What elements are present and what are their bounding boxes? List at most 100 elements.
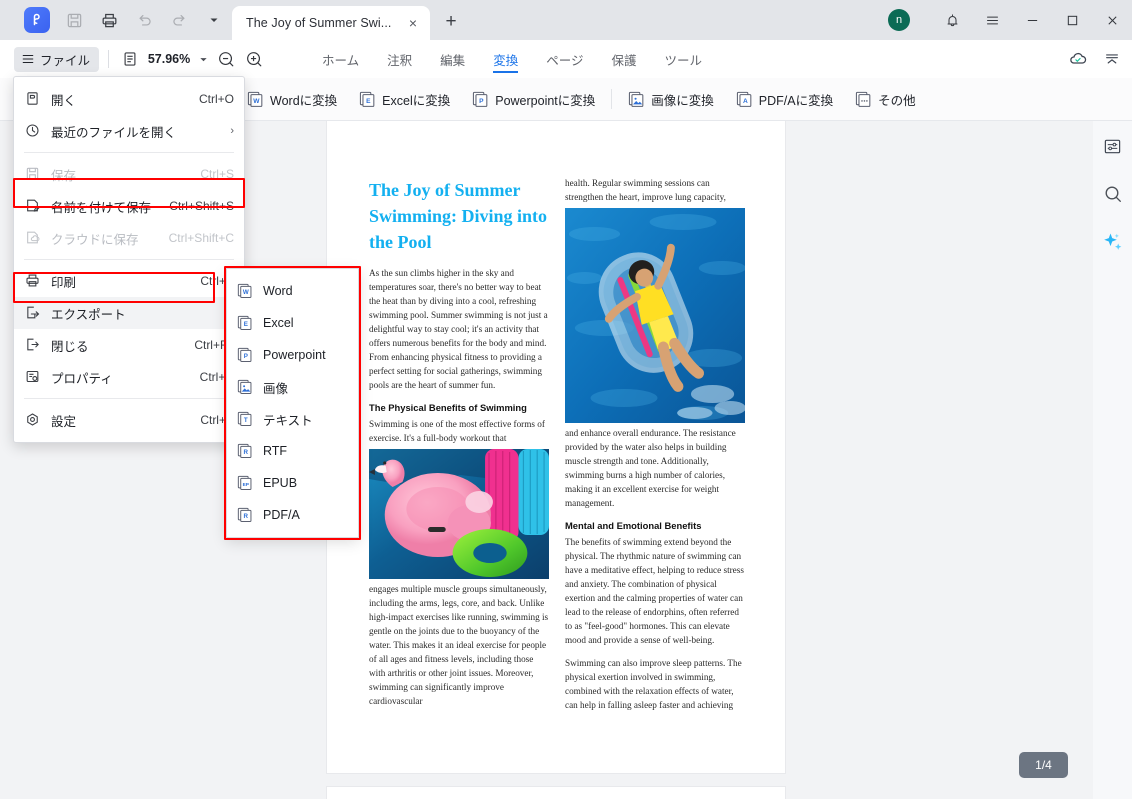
ribbon-more[interactable]: その他 — [844, 84, 927, 114]
zoom-out-icon[interactable] — [214, 47, 238, 71]
pdf-image-flamingo-float — [369, 449, 549, 580]
image-icon — [628, 91, 645, 108]
zoom-in-icon[interactable] — [242, 47, 266, 71]
svg-text:A: A — [743, 97, 748, 104]
tab-page[interactable]: ページ — [532, 40, 597, 78]
section-heading: Mental and Emotional Benefits — [565, 519, 702, 531]
ribbon-right-actions — [1066, 40, 1124, 78]
undo-icon[interactable] — [133, 9, 155, 31]
ribbon-item-label: 画像に変換 — [651, 93, 714, 108]
menu-item-label: 保存 — [51, 168, 77, 183]
svg-text:E: E — [366, 97, 371, 104]
menu-item-save-as[interactable]: 名前を付けて保存 Ctrl+Shift+S — [14, 190, 244, 222]
tab-comment[interactable]: 注釈 — [373, 40, 426, 78]
collapse-ribbon-icon[interactable] — [1100, 47, 1124, 71]
close-doc-icon — [25, 337, 42, 354]
document-tab[interactable]: The Joy of Summer Swi... × — [232, 6, 430, 40]
new-tab-button[interactable]: + — [440, 11, 462, 33]
menu-item-export[interactable]: エクスポート › — [14, 297, 244, 329]
recent-clock-icon — [25, 123, 42, 140]
submenu-item-word[interactable]: W Word — [227, 275, 358, 307]
paragraph: health. Regular swimming sessions can st… — [565, 178, 726, 202]
tab-convert[interactable]: 変換 — [479, 40, 532, 78]
submenu-item-excel[interactable]: E Excel — [227, 307, 358, 339]
menu-item-label: 印刷 — [51, 275, 77, 290]
pdf-image-pool-float — [565, 207, 745, 423]
close-tab-icon[interactable]: × — [404, 14, 422, 32]
notifications-bell-icon[interactable] — [932, 0, 972, 40]
tab-protect[interactable]: 保護 — [597, 40, 650, 78]
rtf-icon: R — [237, 443, 254, 460]
menu-item-shortcut: Ctrl+O — [198, 92, 234, 106]
submenu-item-rtf[interactable]: R RTF — [227, 435, 358, 467]
pdfa-icon: R — [237, 507, 254, 524]
section-heading: The Physical Benefits of Swimming — [369, 402, 527, 414]
submenu-item-image[interactable]: 画像 — [227, 371, 358, 403]
submenu-item-label: Powerpoint — [263, 348, 326, 362]
menu-item-label: クラウドに保存 — [51, 232, 139, 247]
export-submenu[interactable]: W Word E Excel P Powerpoint 画像 T テキスト R … — [226, 268, 359, 538]
submenu-item-text[interactable]: T テキスト — [227, 403, 358, 435]
file-menu-label: ファイル — [40, 53, 91, 68]
menu-item-properties[interactable]: プロパティ Ctrl+D — [14, 361, 244, 393]
tab-home[interactable]: ホーム — [308, 40, 373, 78]
svg-text:P: P — [244, 353, 248, 360]
submenu-item-epub[interactable]: EP EPUB — [227, 467, 358, 499]
avatar[interactable]: n — [888, 9, 910, 31]
page-fit-icon[interactable] — [118, 47, 142, 71]
ribbon-item-label: Wordに変換 — [270, 93, 338, 108]
tab-tools[interactable]: ツール — [650, 40, 716, 78]
minimize-button[interactable] — [1012, 0, 1052, 40]
excel-icon: E — [237, 315, 254, 332]
word-icon: W — [237, 283, 254, 300]
ribbon-convert-to-powerpoint[interactable]: P Powerpointに変換 — [461, 84, 606, 114]
submenu-item-powerpoint[interactable]: P Powerpoint — [227, 339, 358, 371]
quick-access-more-icon[interactable] — [203, 9, 225, 31]
pdf-page-2 — [327, 787, 785, 799]
menu-item-open-recent[interactable]: 最近のファイルを開く › — [14, 115, 244, 147]
file-dropdown-menu[interactable]: 開く Ctrl+O 最近のファイルを開く › 保存 Ctrl+S 名前を付けて保… — [13, 76, 245, 443]
menu-item-open[interactable]: 開く Ctrl+O — [14, 83, 244, 115]
hamburger-icon — [22, 54, 34, 64]
pdf-page-1: The Joy of Summer Swimming: Diving into … — [327, 121, 785, 773]
search-icon[interactable] — [1100, 181, 1126, 207]
print-icon[interactable] — [98, 9, 120, 31]
cloud-sync-icon[interactable] — [1066, 47, 1090, 71]
menu-item-close[interactable]: 閉じる Ctrl+F4 — [14, 329, 244, 361]
redo-icon[interactable] — [168, 9, 190, 31]
maximize-button[interactable] — [1052, 0, 1092, 40]
svg-text:E: E — [244, 321, 248, 328]
zoom-dropdown-chevron-icon[interactable] — [196, 52, 210, 66]
menu-item-label: プロパティ — [51, 371, 113, 386]
submenu-item-label: PDF/A — [263, 508, 300, 522]
ribbon-convert-to-pdfa[interactable]: A PDF/Aに変換 — [725, 84, 844, 114]
save-icon[interactable] — [63, 9, 85, 31]
save-as-icon — [25, 198, 42, 215]
right-sidebar — [1093, 121, 1132, 799]
menu-divider — [24, 259, 234, 260]
ribbon-item-label: Powerpointに変換 — [495, 93, 596, 108]
menu-item-settings[interactable]: 設定 Ctrl+K — [14, 404, 244, 436]
menu-item-print[interactable]: 印刷 Ctrl+P — [14, 265, 244, 297]
save-icon — [25, 166, 42, 183]
zoom-level-value[interactable]: 57.96% — [146, 52, 192, 66]
paragraph: engages multiple muscle groups simultane… — [369, 584, 549, 706]
menu-item-label: 開く — [51, 93, 77, 108]
submenu-item-label: テキスト — [263, 413, 313, 428]
document-title: The Joy of Summer Swimming: Diving into … — [369, 180, 548, 253]
main-menu-hamburger-icon[interactable] — [972, 0, 1012, 40]
properties-icon — [25, 369, 42, 386]
excel-icon: E — [359, 91, 376, 108]
submenu-item-pdfa[interactable]: R PDF/A — [227, 499, 358, 531]
svg-text:W: W — [253, 97, 260, 104]
ribbon-convert-to-word[interactable]: W Wordに変換 — [236, 84, 348, 114]
panel-toggle-icon[interactable] — [1100, 133, 1126, 159]
tab-edit[interactable]: 編集 — [426, 40, 479, 78]
menu-divider — [24, 152, 234, 153]
ai-sparkle-icon[interactable] — [1100, 229, 1126, 255]
ribbon-convert-to-excel[interactable]: E Excelに変換 — [348, 84, 461, 114]
ribbon-convert-to-image[interactable]: 画像に変換 — [617, 84, 725, 114]
file-menu-button[interactable]: ファイル — [14, 46, 100, 72]
close-window-button[interactable] — [1092, 0, 1132, 40]
svg-text:EP: EP — [243, 481, 250, 487]
